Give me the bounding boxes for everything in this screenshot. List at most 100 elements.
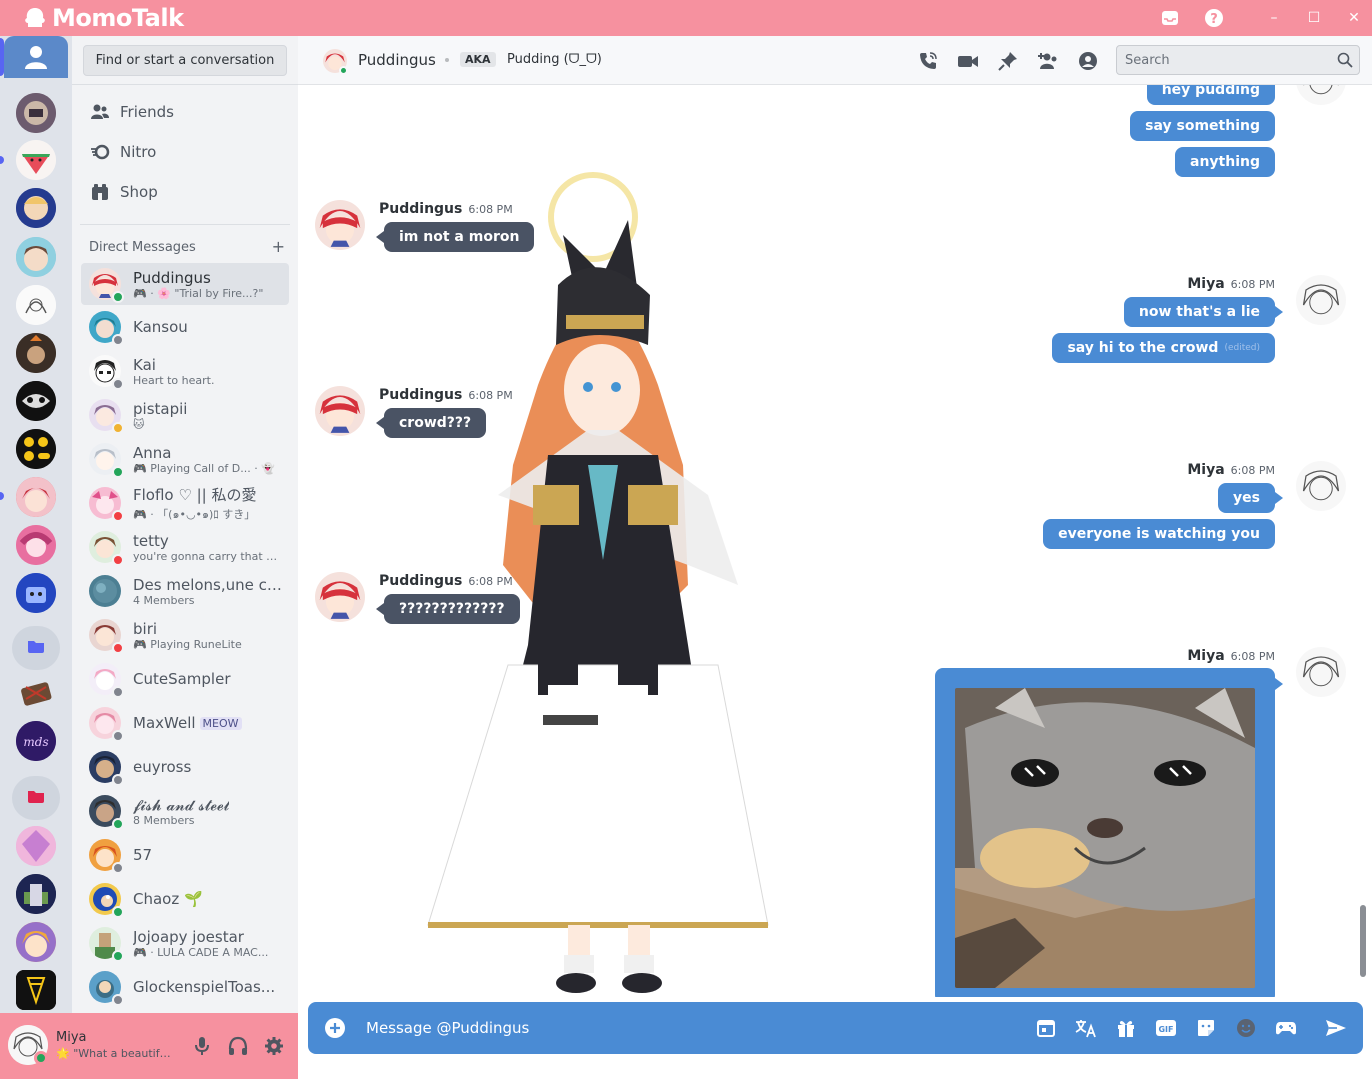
dm-item-kai[interactable]: Kai Heart to heart. <box>81 350 289 392</box>
create-dm-button[interactable]: + <box>272 239 285 255</box>
avatar[interactable] <box>315 572 365 622</box>
scrollbar-thumb[interactable] <box>1360 905 1366 977</box>
message-bubble[interactable]: ????????????? <box>384 594 520 624</box>
dm-item-anna[interactable]: Anna 🎮 Playing Call of D... · 👻 <box>81 438 289 480</box>
pinned-messages-button[interactable] <box>997 50 1019 72</box>
dm-item-kansou[interactable]: Kansou <box>81 306 289 348</box>
add-attachment-icon[interactable] <box>324 1017 346 1039</box>
avatar[interactable] <box>1296 461 1346 511</box>
dm-name: Puddingus <box>133 268 211 287</box>
maximize-button[interactable]: ☐ <box>1299 6 1329 30</box>
server-icon-4[interactable] <box>16 237 56 277</box>
avatar[interactable] <box>1296 275 1346 325</box>
send-button[interactable] <box>1324 1016 1348 1040</box>
video-call-button[interactable] <box>957 50 979 72</box>
server-icon-8[interactable] <box>16 429 56 469</box>
server-icon-5[interactable] <box>16 285 56 325</box>
dm-item-biri[interactable]: biri 🎮 Playing RuneLite <box>81 614 289 656</box>
inbox-icon[interactable] <box>1160 8 1180 28</box>
composer-area: GIF <box>298 997 1372 1079</box>
avatar[interactable] <box>315 200 365 250</box>
dm-item-maxwell[interactable]: MaxWell MEOW <box>81 702 289 744</box>
server-icon-14[interactable] <box>16 826 56 866</box>
dm-item-floflo[interactable]: Floflo ♡ || 私の愛 🎮 · 「(๑•◡•๑)ﾛ すき」 <box>81 482 289 524</box>
dm-item-puddingus[interactable]: Puddingus 🎮 · 🌸 "Trial by Fire...?" <box>81 263 289 305</box>
message-bubble[interactable]: now that's a lie <box>1123 297 1275 327</box>
message-author[interactable]: Miya 6:08 PM <box>1187 648 1275 664</box>
find-conversation-button[interactable]: Find or start a conversation <box>83 45 287 76</box>
message-author[interactable]: Miya 6:08 PM <box>1187 276 1275 292</box>
emoji-button[interactable] <box>1234 1016 1258 1040</box>
message-bubble[interactable]: im not a moron <box>384 222 535 252</box>
message-bubble[interactable]: crowd??? <box>384 408 487 438</box>
message-author[interactable]: Puddingus 6:08 PM <box>379 573 513 589</box>
dm-item-57[interactable]: 57 <box>81 834 289 876</box>
message-bubble[interactable]: say hi to the crowd (edited) <box>1052 333 1275 363</box>
message-input[interactable] <box>366 1013 966 1043</box>
avatar[interactable] <box>1296 85 1346 105</box>
activities-button[interactable] <box>1274 1016 1298 1040</box>
server-icon-10[interactable] <box>16 525 56 565</box>
server-icon-7[interactable] <box>16 381 56 421</box>
message-bubble[interactable]: yes <box>1218 483 1275 513</box>
message-author[interactable]: Miya 6:08 PM <box>1187 462 1275 478</box>
cat-image[interactable] <box>955 688 1255 988</box>
dm-item-chaoz[interactable]: Chaoz 🌱 <box>81 878 289 920</box>
user-name: Miya <box>56 1030 87 1045</box>
server-icon-11[interactable] <box>16 573 56 613</box>
nav-nitro[interactable]: Nitro <box>80 134 290 170</box>
message-list[interactable]: hey pudding say something anything Puddi… <box>298 85 1372 997</box>
dm-item-euyross[interactable]: euyross <box>81 746 289 788</box>
dm-item-cutesampler[interactable]: CuteSampler <box>81 658 289 700</box>
dm-item-pistapii[interactable]: pistapii 🐱 <box>81 394 289 436</box>
dm-item-glockenspieltoast[interactable]: GlockenspielToas... <box>81 966 289 1008</box>
nav-friends[interactable]: Friends <box>80 94 290 130</box>
gif-button[interactable]: GIF <box>1154 1016 1178 1040</box>
message-author[interactable]: Puddingus 6:08 PM <box>379 387 513 403</box>
sticker-button[interactable] <box>1194 1016 1218 1040</box>
voice-call-button[interactable] <box>917 50 939 72</box>
avatar[interactable] <box>315 386 365 436</box>
dm-item-tetty[interactable]: tetty you're gonna carry that w... <box>81 526 289 568</box>
deafen-button[interactable] <box>227 1035 249 1057</box>
mute-microphone-button[interactable] <box>191 1035 213 1057</box>
server-icon-12[interactable] <box>16 673 56 713</box>
user-settings-button[interactable] <box>263 1035 285 1057</box>
message-author[interactable]: Puddingus 6:08 PM <box>379 201 513 217</box>
emoji-icon <box>1237 1019 1255 1037</box>
translate-button[interactable] <box>1074 1016 1098 1040</box>
message-bubble[interactable]: everyone is watching you <box>1043 519 1275 549</box>
server-icon-3[interactable] <box>16 188 56 228</box>
server-icon-15[interactable] <box>16 874 56 914</box>
gift-button[interactable] <box>1114 1016 1138 1040</box>
search-input[interactable] <box>1117 46 1327 74</box>
server-icon-17[interactable] <box>16 970 56 1010</box>
home-button[interactable] <box>4 36 68 78</box>
server-icon-2[interactable] <box>16 140 56 180</box>
help-icon[interactable]: ? <box>1204 8 1224 28</box>
image-attachment-card[interactable] <box>935 668 1275 997</box>
server-icon-1[interactable] <box>16 93 56 133</box>
user-profile-button[interactable] <box>1077 50 1099 72</box>
translate-icon <box>1075 1020 1096 1038</box>
message-bubble[interactable]: say something <box>1130 111 1275 141</box>
server-icon-13[interactable]: mds <box>16 721 56 761</box>
recipient-name[interactable]: Puddingus <box>358 51 436 69</box>
status-idle-indicator <box>112 422 124 434</box>
message-bubble[interactable]: hey pudding <box>1146 85 1275 105</box>
close-button[interactable]: ✕ <box>1339 6 1369 30</box>
dm-item-group-fish-and-steel[interactable]: 𝓯𝓲𝓼𝓱 𝓪𝓷𝓭 𝓼𝓽𝓮𝓮𝓵 8 Members <box>81 790 289 832</box>
nav-shop[interactable]: Shop <box>80 174 290 210</box>
dm-item-group-des-melons[interactable]: Des melons,une ci... 4 Members <box>81 570 289 612</box>
dm-status-text: you're gonna carry that w... <box>133 549 283 563</box>
minimize-button[interactable]: – <box>1259 6 1289 30</box>
avatar[interactable] <box>1296 647 1346 697</box>
search-icon[interactable] <box>1337 52 1353 68</box>
server-icon-16[interactable] <box>16 922 56 962</box>
add-friends-to-dm-button[interactable] <box>1037 50 1059 72</box>
server-icon-6[interactable] <box>16 333 56 373</box>
server-icon-9[interactable] <box>16 477 56 517</box>
schedule-button[interactable] <box>1034 1016 1058 1040</box>
dm-item-jojoapy[interactable]: Jojoapy joestar 🎮 · LULA CADE A MAC... <box>81 922 289 964</box>
message-bubble[interactable]: anything <box>1175 147 1275 177</box>
